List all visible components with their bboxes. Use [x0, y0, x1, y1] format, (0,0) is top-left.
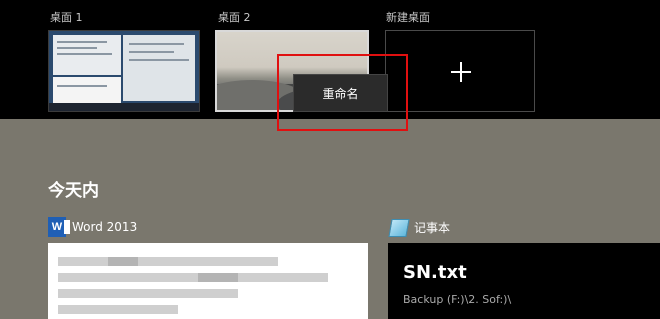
- blurred-text: [108, 257, 138, 266]
- text-line: [57, 53, 112, 55]
- desktop-1-label: 桌面 1: [50, 11, 83, 24]
- word-app-header: W Word 2013: [48, 217, 137, 237]
- text-line: [129, 51, 174, 53]
- notepad-document-preview[interactable]: SN.txt Backup (F:)\2. Sof:)\: [388, 243, 660, 319]
- text-line: [57, 41, 107, 43]
- text-line: [57, 47, 97, 49]
- text-line: [129, 59, 189, 61]
- taskbar-preview: [49, 103, 199, 111]
- new-desktop-label: 新建桌面: [386, 11, 430, 24]
- blurred-text: [58, 257, 278, 266]
- text-line: [57, 85, 107, 87]
- word-app-name: Word 2013: [72, 220, 138, 234]
- notepad-file-title: SN.txt: [403, 262, 467, 283]
- notepad-icon: [388, 217, 410, 237]
- blurred-text: [58, 289, 238, 298]
- timeline-section-title: 今天内: [48, 181, 99, 201]
- blurred-text: [58, 305, 178, 314]
- desktop-2-label: 桌面 2: [218, 11, 251, 24]
- notepad-file-path: Backup (F:)\2. Sof:)\: [403, 293, 512, 306]
- desktop-1-thumbnail[interactable]: [48, 30, 200, 112]
- window-preview: [53, 77, 121, 103]
- highlight-annotation-box: [277, 54, 408, 131]
- notepad-app-header: 记事本: [388, 217, 450, 237]
- notepad-app-name: 记事本: [414, 220, 451, 235]
- word-document-preview[interactable]: [48, 243, 368, 319]
- plus-icon: [460, 62, 462, 82]
- word-icon: W: [48, 217, 70, 237]
- text-line: [129, 43, 184, 45]
- blurred-text: [58, 273, 328, 282]
- blurred-text: [198, 273, 238, 282]
